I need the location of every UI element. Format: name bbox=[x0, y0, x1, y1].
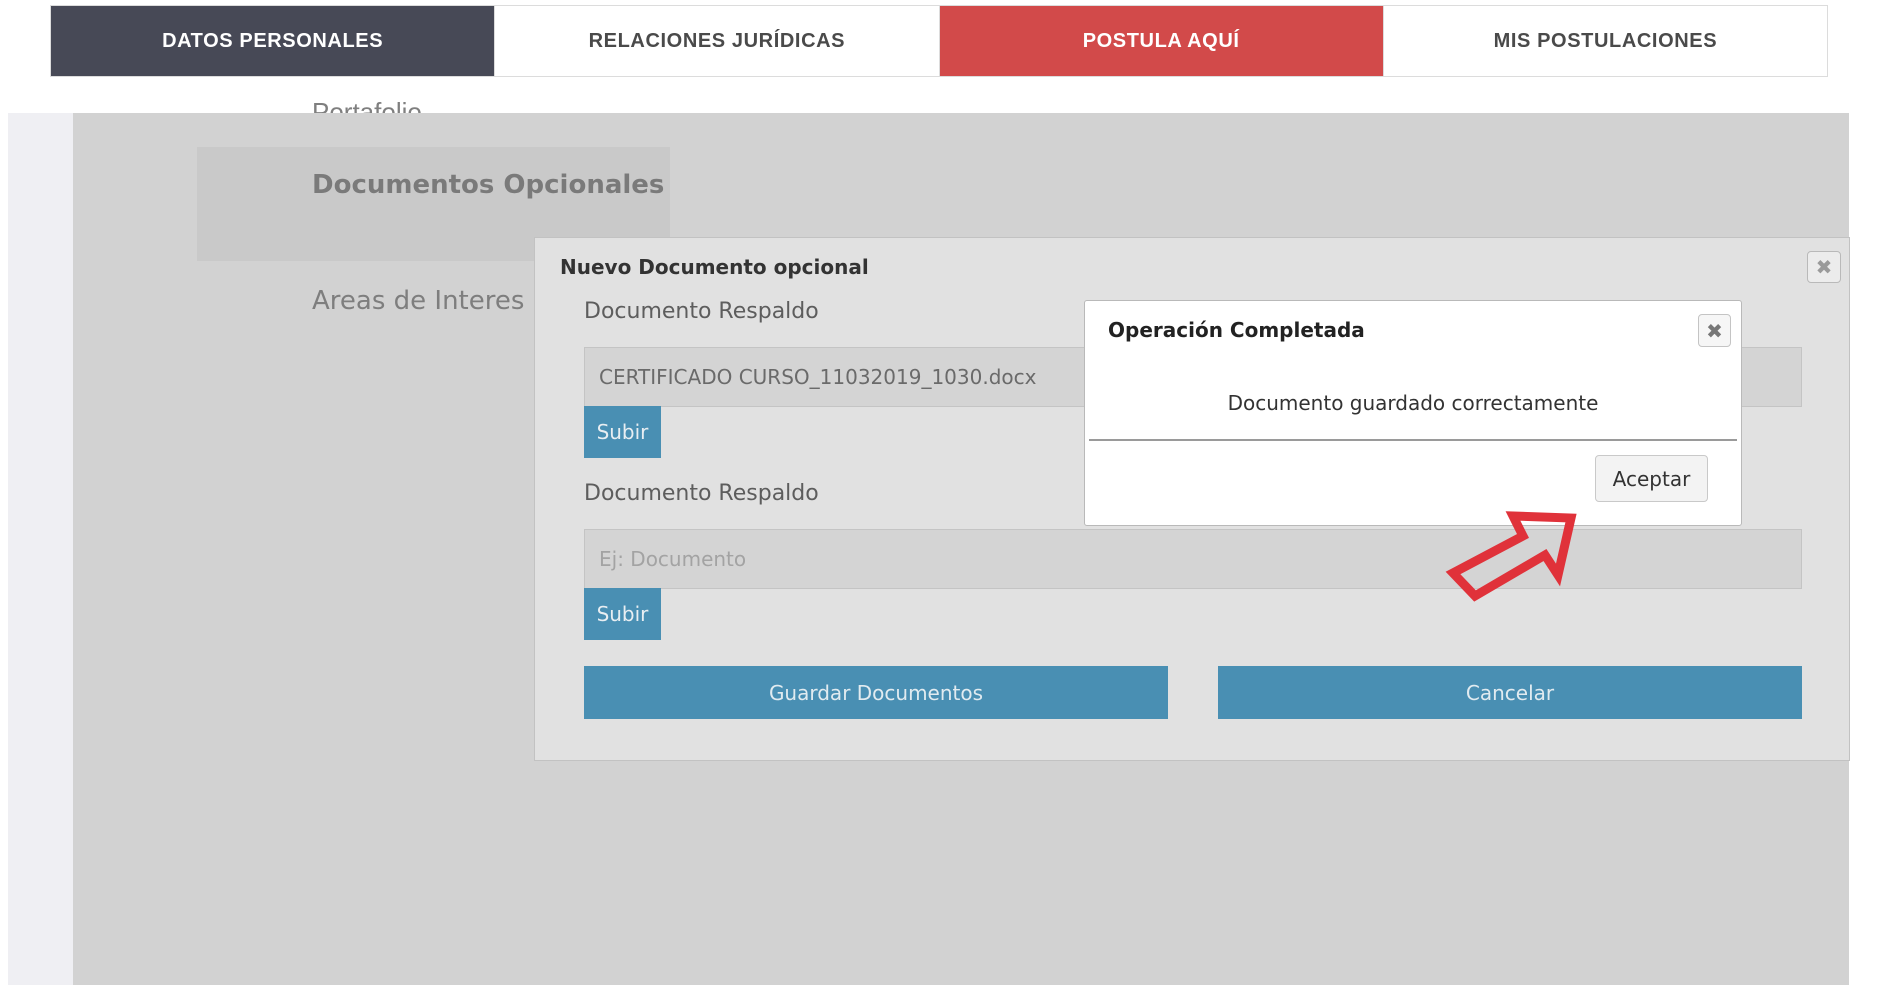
page-left-strip bbox=[8, 113, 73, 985]
dialog-title: Operación Completada bbox=[1108, 318, 1365, 342]
save-documents-button[interactable]: Guardar Documentos bbox=[584, 666, 1168, 719]
arrow-annotation-icon bbox=[1445, 511, 1577, 602]
document-file-field-2[interactable]: Ej: Documento bbox=[584, 529, 1802, 589]
page-right-strip bbox=[1849, 113, 1880, 985]
sidebar-item-areas-de-interes[interactable]: Areas de Interes bbox=[312, 286, 524, 316]
field-1-label: Documento Respaldo bbox=[584, 299, 819, 324]
dialog-close-button[interactable]: ✖ bbox=[1698, 314, 1731, 347]
dialog-message: Documento guardado correctamente bbox=[1227, 391, 1599, 415]
accept-button[interactable]: Aceptar bbox=[1595, 455, 1708, 502]
close-icon: ✖ bbox=[1815, 255, 1833, 279]
operation-complete-dialog: Operación Completada ✖ Documento guardad… bbox=[1084, 300, 1742, 526]
tab-mis-postulaciones[interactable]: MIS POSTULACIONES bbox=[1384, 6, 1827, 76]
sidebar-item-documentos-opcionales[interactable]: Documentos Opcionales bbox=[312, 170, 664, 200]
sidebar-item-portafolio[interactable]: Portafolio bbox=[312, 88, 422, 113]
tab-postula-aqui[interactable]: POSTULA AQUÍ bbox=[939, 6, 1384, 76]
close-icon: ✖ bbox=[1706, 318, 1723, 343]
top-nav: DATOS PERSONALES RELACIONES JURÍDICAS PO… bbox=[50, 5, 1828, 77]
document-file-field-2-placeholder: Ej: Documento bbox=[599, 547, 747, 571]
tab-datos-personales[interactable]: DATOS PERSONALES bbox=[51, 6, 496, 76]
upload-button-2[interactable]: Subir bbox=[584, 588, 661, 640]
modal-close-button[interactable]: ✖ bbox=[1807, 251, 1841, 283]
dialog-divider bbox=[1089, 439, 1737, 441]
modal-title: Nuevo Documento opcional bbox=[560, 255, 869, 279]
upload-button-1[interactable]: Subir bbox=[584, 406, 661, 458]
tab-relaciones-juridicas[interactable]: RELACIONES JURÍDICAS bbox=[495, 6, 940, 76]
field-2-label: Documento Respaldo bbox=[584, 481, 819, 506]
cancel-button[interactable]: Cancelar bbox=[1218, 666, 1802, 719]
document-file-field-1-value: CERTIFICADO CURSO_11032019_1030.docx bbox=[599, 365, 1037, 389]
